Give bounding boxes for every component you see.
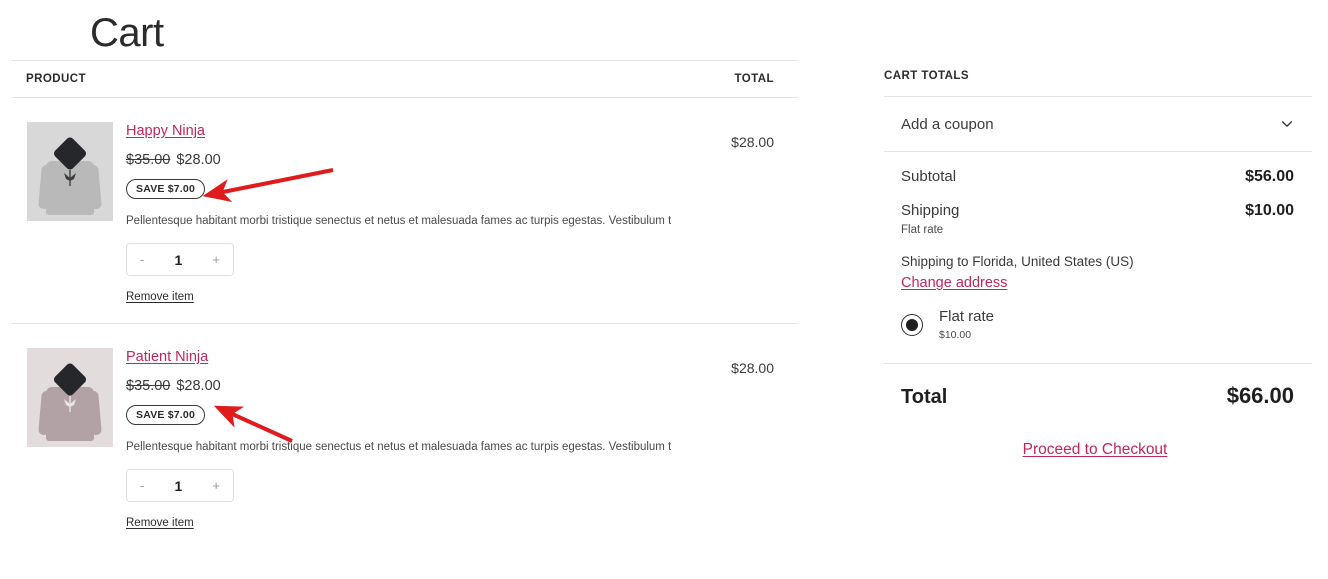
product-link-happy-ninja[interactable]: Happy Ninja <box>126 123 205 139</box>
subtotal-row: Subtotal $56.00 <box>884 152 1312 186</box>
total-value: $66.00 <box>1226 383 1294 408</box>
shipping-option-label: Flat rate <box>939 308 995 325</box>
cart-totals-heading: CART TOTALS <box>884 70 970 82</box>
price-sale: $28.00 <box>176 378 221 394</box>
product-price-line: $35.00 $28.00 <box>126 378 676 394</box>
remove-item-link[interactable]: Remove item <box>126 291 194 303</box>
product-link-patient-ninja[interactable]: Patient Ninja <box>126 349 208 365</box>
hoodie-print-icon <box>64 396 76 412</box>
product-description: Pellentesque habitant morbi tristique se… <box>126 215 671 227</box>
quantity-increase-button[interactable]: + <box>212 253 220 266</box>
checkout-button-wrap: Proceed to Checkout <box>884 409 1312 459</box>
shipping-option-flat-rate[interactable]: Flat rate $10.00 <box>884 292 1312 341</box>
save-badge: SAVE $7.00 <box>126 179 206 199</box>
radio-flat-rate[interactable] <box>901 313 923 336</box>
cart-table-header: PRODUCT TOTAL <box>12 61 798 97</box>
column-header-product: PRODUCT <box>26 73 87 85</box>
column-header-total: TOTAL <box>734 73 774 85</box>
product-image[interactable] <box>27 348 113 447</box>
price-original: $35.00 <box>126 152 171 168</box>
product-description: Pellentesque habitant morbi tristique se… <box>126 441 671 453</box>
line-total: $28.00 <box>731 134 774 150</box>
proceed-to-checkout-button[interactable]: Proceed to Checkout <box>1023 441 1168 458</box>
quantity-increase-button[interactable]: + <box>212 479 220 492</box>
quantity-stepper[interactable]: - 1 + <box>126 469 234 502</box>
subtotal-value: $56.00 <box>1245 168 1294 185</box>
add-coupon-row[interactable]: Add a coupon <box>884 97 1312 151</box>
cart-totals-panel: CART TOTALS Add a coupon Subtotal $56.00… <box>884 70 1312 459</box>
product-thumbnail-cell <box>14 346 114 531</box>
product-price-line: $35.00 $28.00 <box>126 152 676 168</box>
quantity-value[interactable]: 1 <box>174 252 182 268</box>
subtotal-label: Subtotal <box>901 168 957 185</box>
product-image[interactable] <box>27 122 113 221</box>
shipping-label: Shipping <box>901 202 960 219</box>
shipping-destination: Shipping to Florida, United States (US) <box>901 254 1134 269</box>
quantity-stepper[interactable]: - 1 + <box>126 243 234 276</box>
product-thumbnail-cell <box>14 120 114 305</box>
chevron-down-icon[interactable] <box>1280 117 1294 131</box>
hoodie-print-icon <box>64 170 76 186</box>
shipping-method-note: Flat rate <box>901 224 944 236</box>
quantity-decrease-button[interactable]: - <box>140 253 144 266</box>
change-address-link[interactable]: Change address <box>901 275 1007 291</box>
shipping-option-price: $10.00 <box>939 329 972 341</box>
remove-item-link[interactable]: Remove item <box>126 517 194 529</box>
product-details-cell: Happy Ninja $35.00 $28.00 SAVE $7.00 Pell… <box>114 120 676 305</box>
shipping-value: $10.00 <box>1245 202 1294 219</box>
add-coupon-label: Add a coupon <box>901 115 994 133</box>
table-row: Happy Ninja $35.00 $28.00 SAVE $7.00 Pell… <box>12 98 798 323</box>
line-total: $28.00 <box>731 360 774 376</box>
page-title: Cart <box>90 11 164 55</box>
price-original: $35.00 <box>126 378 171 394</box>
shipping-row: Shipping $10.00 <box>884 186 1312 220</box>
cart-table-column: Cart PRODUCT TOTAL Happy Ninja $35.00 $2… <box>12 0 798 549</box>
quantity-decrease-button[interactable]: - <box>140 479 144 492</box>
price-sale: $28.00 <box>176 152 221 168</box>
product-details-cell: Patient Ninja $35.00 $28.00 SAVE $7.00 Pe… <box>114 346 676 531</box>
save-badge: SAVE $7.00 <box>126 405 206 425</box>
cart-page: Cart PRODUCT TOTAL Happy Ninja $35.00 $2… <box>0 0 1328 579</box>
quantity-value[interactable]: 1 <box>174 478 182 494</box>
table-row: Patient Ninja $35.00 $28.00 SAVE $7.00 Pe… <box>12 324 798 549</box>
grand-total-row: Total $66.00 <box>884 364 1312 409</box>
total-label: Total <box>901 386 948 408</box>
